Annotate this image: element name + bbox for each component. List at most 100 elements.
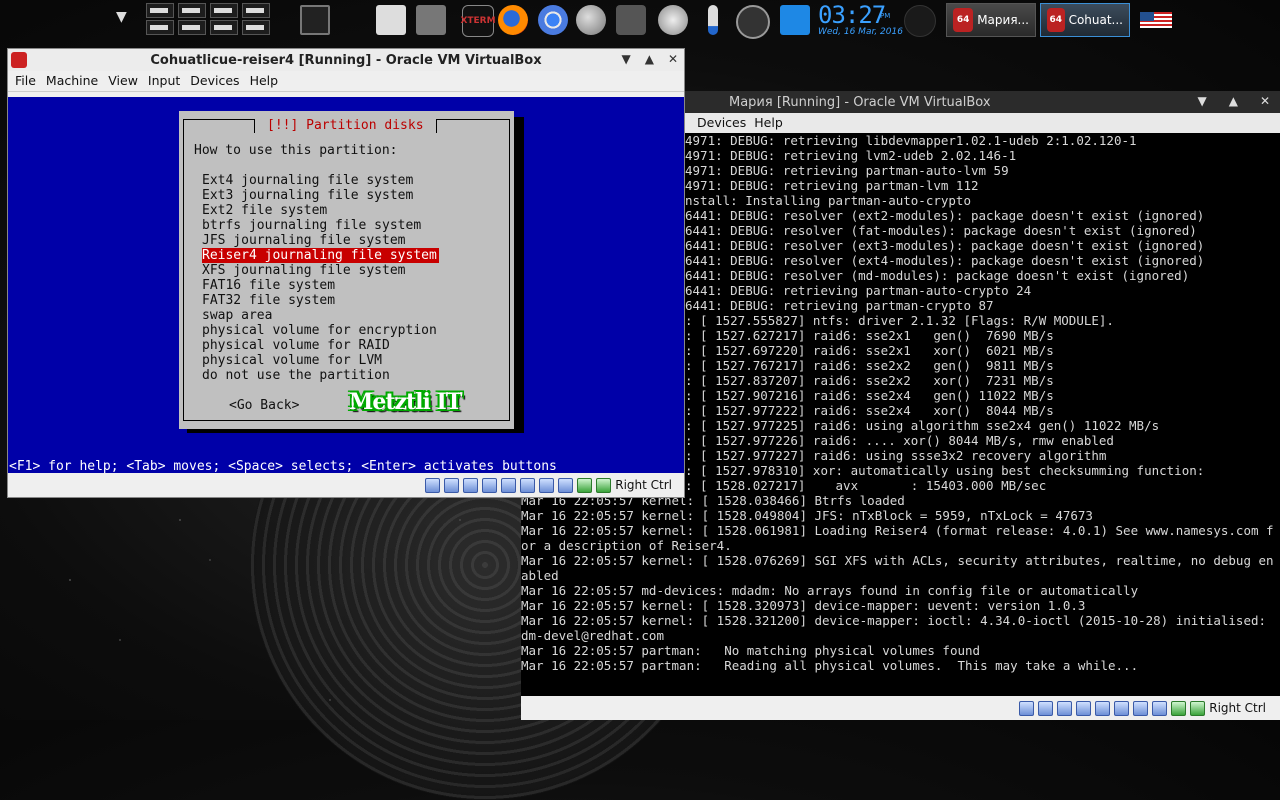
workspace-pager[interactable] — [146, 3, 270, 35]
network-icon[interactable] — [1076, 700, 1092, 716]
dialog-prompt: How to use this partition: — [194, 143, 398, 158]
thermometer-icon — [708, 5, 718, 35]
shared-folders-icon[interactable] — [1114, 700, 1130, 716]
filesystem-option[interactable]: physical volume for encryption — [202, 323, 439, 338]
maximize-icon[interactable]: ▲ — [1229, 94, 1238, 108]
filesystem-option[interactable]: btrfs journaling file system — [202, 218, 439, 233]
cpu-icon[interactable] — [1171, 700, 1187, 716]
display-icon[interactable] — [1133, 700, 1149, 716]
filesystem-option[interactable]: JFS journaling file system — [202, 233, 439, 248]
network-icon[interactable] — [482, 477, 498, 493]
audio-icon[interactable] — [463, 477, 479, 493]
video-capture-icon[interactable] — [1152, 700, 1168, 716]
close-icon[interactable]: ✕ — [668, 52, 678, 66]
filesystem-option[interactable]: Reiser4 journaling file system — [202, 248, 439, 263]
menu-machine[interactable]: Machine — [41, 71, 103, 91]
virtualbox-icon: 64 — [1047, 8, 1065, 32]
console-line: abled — [521, 568, 559, 583]
filesystem-option[interactable]: FAT16 file system — [202, 278, 439, 293]
hdd-icon[interactable] — [1019, 700, 1035, 716]
filesystem-option[interactable]: XFS journaling file system — [202, 263, 439, 278]
hdd-icon[interactable] — [425, 477, 441, 493]
filesystem-option[interactable]: Ext4 journaling file system — [202, 173, 439, 188]
menu-bar: Devices Help — [681, 113, 1280, 133]
vm-status-bar: Right Ctrl — [521, 696, 1280, 720]
window-title: Cohuatlicue-reiser4 [Running] - Oracle V… — [150, 52, 542, 68]
workspace-5[interactable] — [146, 20, 174, 35]
mouse-integration-icon[interactable] — [1190, 700, 1206, 716]
audio-icon[interactable] — [1057, 700, 1073, 716]
filesystem-option[interactable]: swap area — [202, 308, 439, 323]
console-line: dm-devel@redhat.com — [521, 628, 664, 643]
video-capture-icon[interactable] — [558, 477, 574, 493]
clock-ampm: PM — [880, 12, 891, 20]
host-key-label: Right Ctrl — [1209, 701, 1266, 715]
menu-view[interactable]: View — [103, 71, 143, 91]
xterm-icon[interactable]: XTERM — [460, 5, 496, 37]
filesystem-option[interactable]: do not use the partition — [202, 368, 439, 383]
minimize-icon[interactable]: ▼ — [621, 52, 630, 66]
window-title: Мария [Running] - Oracle VM VirtualBox — [729, 95, 991, 110]
task-label: Cohuat... — [1068, 13, 1123, 27]
virtualbox-icon — [11, 52, 27, 68]
menu-file[interactable]: File — [10, 71, 41, 91]
optical-drive-icon[interactable] — [444, 477, 460, 493]
console-line: Mar 16 22:05:57 kernel: [ 1528.049804] J… — [521, 508, 1093, 523]
menu-devices[interactable]: Devices — [185, 71, 244, 91]
workspace-1[interactable] — [146, 3, 174, 18]
filesystem-option[interactable]: Ext2 file system — [202, 203, 439, 218]
chevron-down-icon[interactable]: ▼ — [116, 9, 127, 25]
console-line: Mar 16 22:05:57 partman: Reading all phy… — [521, 658, 1139, 673]
vm-installer-screen[interactable]: [!!] Partition disks How to use this par… — [8, 97, 684, 474]
us-flag-icon[interactable] — [1140, 12, 1172, 28]
window-titlebar[interactable]: Cohuatlicue-reiser4 [Running] - Oracle V… — [8, 49, 684, 71]
task-button-maria[interactable]: 64 Мария... — [946, 3, 1036, 37]
mac-icon[interactable] — [376, 5, 406, 35]
go-back-button[interactable]: <Go Back> — [229, 398, 299, 413]
display-icon[interactable] — [539, 477, 555, 493]
menu-input[interactable]: Input — [143, 71, 185, 91]
mouse-integration-icon[interactable] — [596, 477, 612, 493]
filesystem-option-list: Ext4 journaling file system Ext3 journali… — [202, 173, 439, 383]
shared-folders-icon[interactable] — [520, 477, 536, 493]
chrome-icon[interactable] — [538, 5, 568, 35]
tv-icon[interactable] — [416, 5, 446, 35]
vm-window-cohuatlicue: Cohuatlicue-reiser4 [Running] - Oracle V… — [7, 48, 685, 498]
console-line: Mar 16 22:05:57 kernel: [ 1528.061981] L… — [521, 523, 1274, 538]
close-icon[interactable]: ✕ — [1260, 94, 1270, 108]
usb-icon[interactable] — [501, 477, 517, 493]
console-line: Mar 16 22:05:57 partman: No matching phy… — [521, 643, 981, 658]
filesystem-option[interactable]: Ext3 journaling file system — [202, 188, 439, 203]
calendar-icon[interactable] — [780, 5, 810, 35]
cpu-icon[interactable] — [577, 477, 593, 493]
optical-drive-icon[interactable] — [1038, 700, 1054, 716]
task-button-cohuatlicue[interactable]: 64 Cohuat... — [1040, 3, 1130, 37]
lightbulb-icon[interactable] — [658, 5, 688, 35]
help-line: <F1> for help; <Tab> moves; <Space> sele… — [9, 459, 557, 474]
workspace-4[interactable] — [242, 3, 270, 18]
menu-devices[interactable]: Devices — [681, 113, 754, 133]
minimize-icon[interactable]: ▼ — [1197, 94, 1206, 108]
menu-help[interactable]: Help — [245, 71, 284, 91]
firefox-icon[interactable] — [498, 5, 528, 35]
clock-time[interactable]: 03:27 — [818, 1, 886, 29]
host-key-label: Right Ctrl — [615, 478, 672, 492]
menu-help[interactable]: Help — [754, 113, 791, 133]
globe-icon[interactable] — [576, 5, 606, 35]
workspace-3[interactable] — [210, 3, 238, 18]
workspace-6[interactable] — [178, 20, 206, 35]
filesystem-option[interactable]: FAT32 file system — [202, 293, 439, 308]
camera-icon[interactable] — [616, 5, 646, 35]
maximize-icon[interactable]: ▲ — [645, 52, 654, 66]
terminal-icon[interactable] — [300, 5, 330, 35]
console-line: Mar 16 22:05:57 kernel: [ 1528.076269] S… — [521, 553, 1274, 568]
window-titlebar[interactable]: Мария [Running] - Oracle VM VirtualBox ▼… — [681, 91, 1280, 113]
workspace-7[interactable] — [210, 20, 238, 35]
filesystem-option[interactable]: physical volume for LVM — [202, 353, 439, 368]
workspace-8[interactable] — [242, 20, 270, 35]
filesystem-option[interactable]: physical volume for RAID — [202, 338, 439, 353]
usb-icon[interactable] — [1095, 700, 1111, 716]
metztli-logo: Metztli IT — [349, 389, 462, 415]
workspace-2[interactable] — [178, 3, 206, 18]
console-line: Mar 16 22:05:57 md-devices: mdadm: No ar… — [521, 583, 1139, 598]
